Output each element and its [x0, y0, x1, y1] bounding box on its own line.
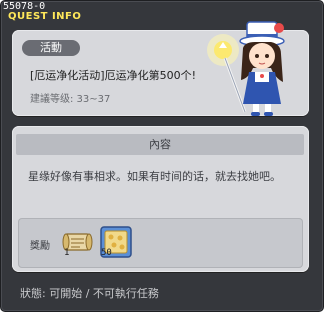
- quest-status: 狀態: 可開始 / 不可執行任務: [20, 287, 159, 300]
- reward-count: 50: [101, 248, 112, 258]
- reward-box: [18, 218, 303, 268]
- quest-title: [厄运净化活动]厄运净化第500个!: [30, 69, 196, 82]
- npc-portrait-icon: [207, 21, 285, 116]
- reward-count: 1: [64, 248, 70, 258]
- reward-label: 獎勵: [30, 241, 50, 252]
- window-title: QUEST INFO: [8, 11, 82, 22]
- quest-description: 星缘好像有事相求。如果有时间的话，就去找她吧。: [28, 170, 281, 183]
- category-badge: 活動: [22, 40, 80, 56]
- quest-level: 建議等级: 33~37: [30, 94, 111, 105]
- content-header: 內容: [16, 134, 304, 155]
